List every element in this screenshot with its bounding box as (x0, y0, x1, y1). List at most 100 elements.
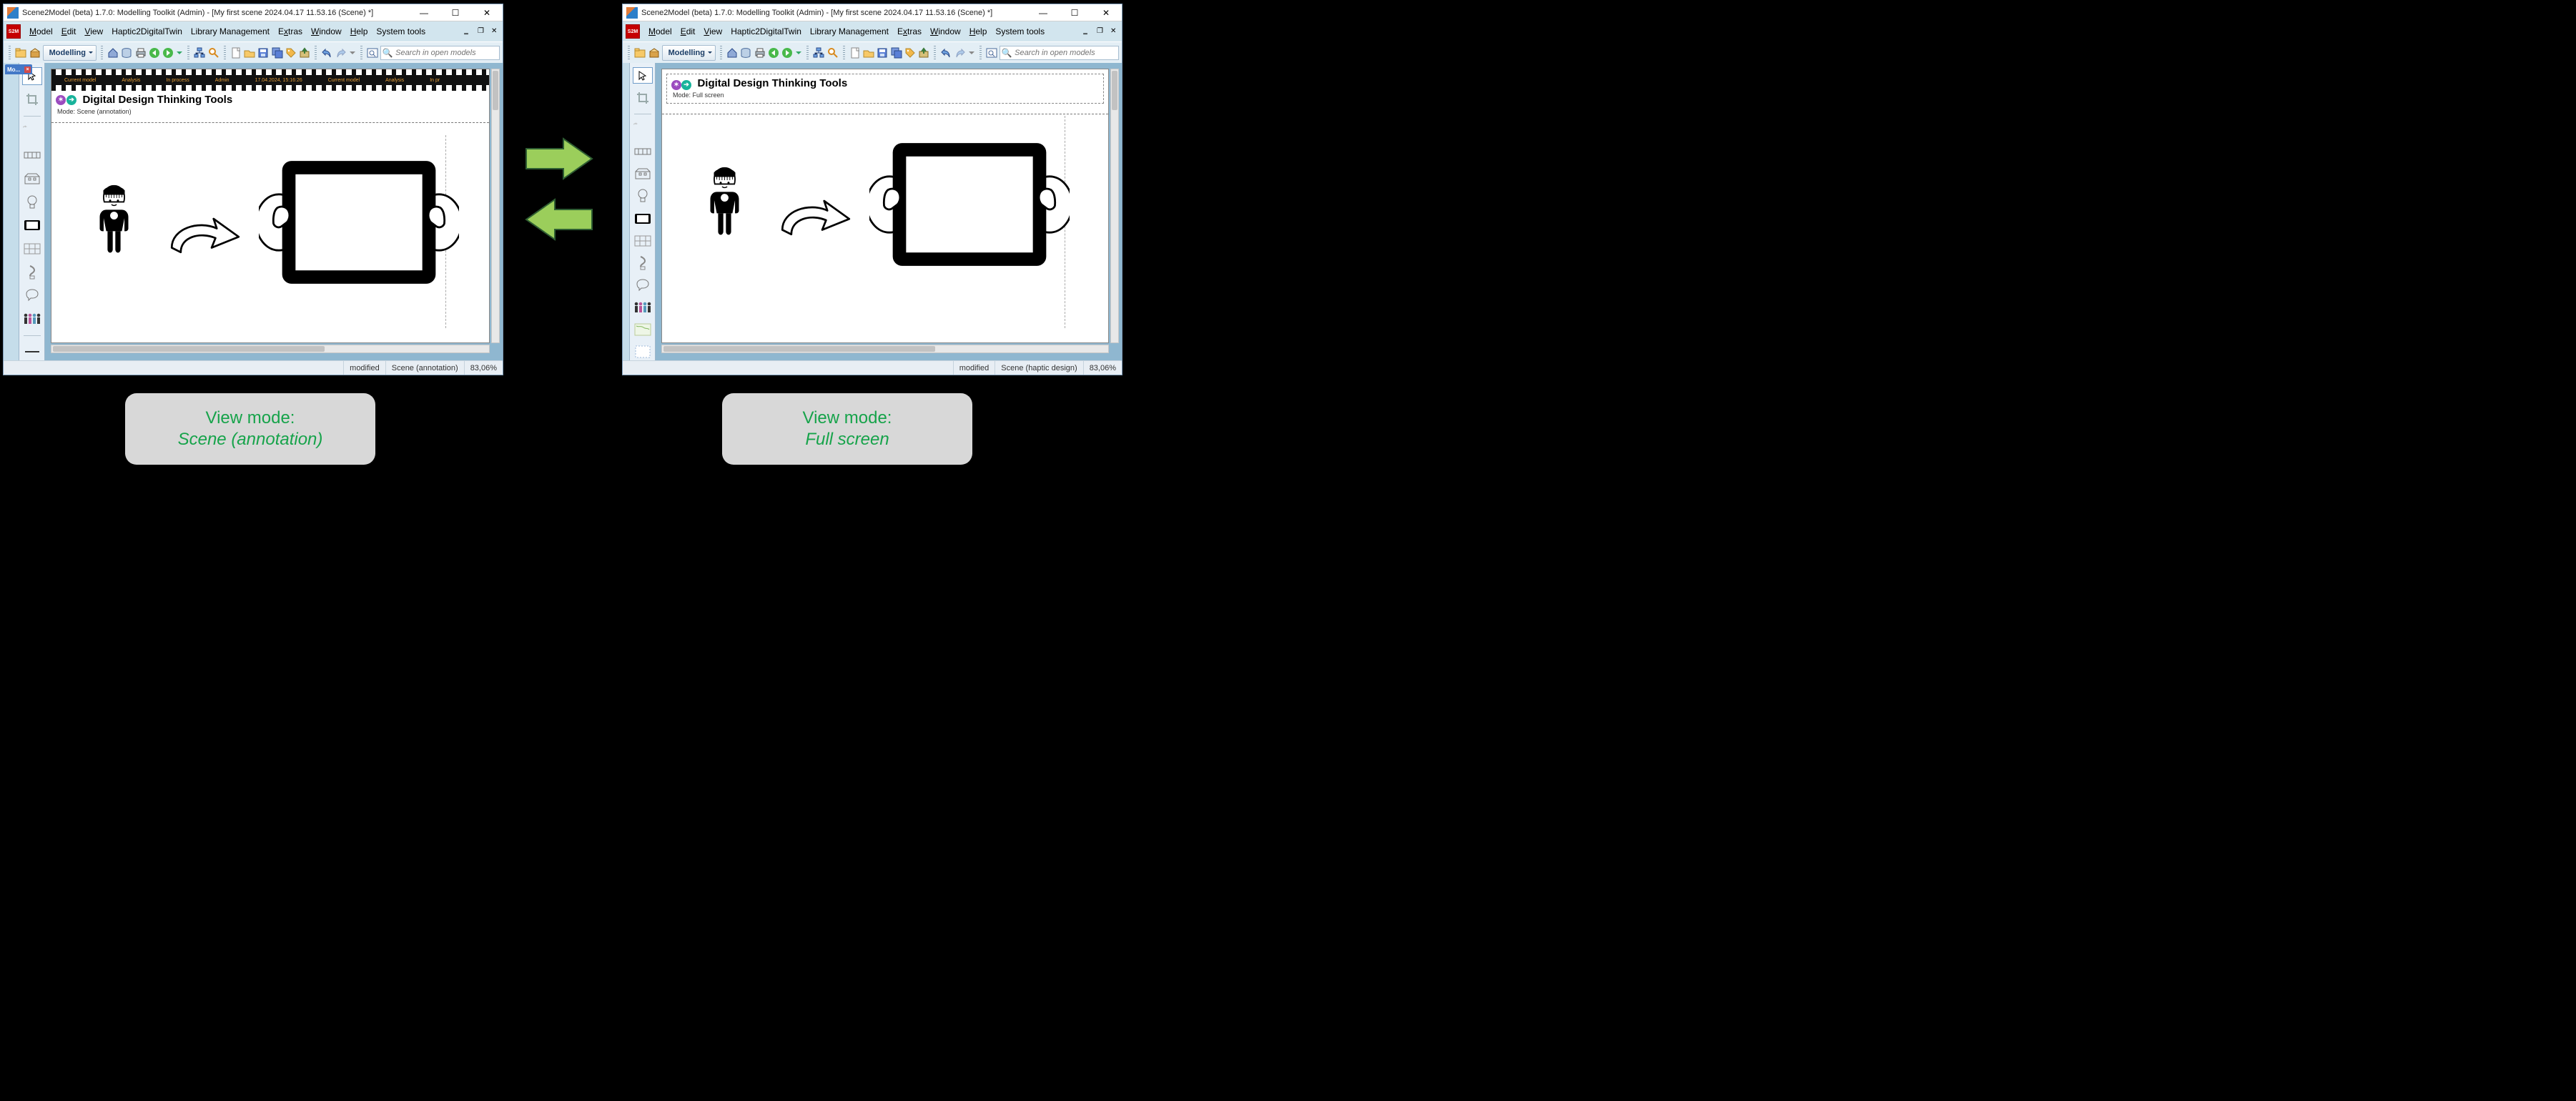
toolbar-grip[interactable] (806, 46, 809, 60)
filter-icon[interactable] (648, 46, 659, 60)
horizontal-scrollbar[interactable] (51, 345, 490, 353)
nav-back-icon[interactable] (149, 46, 160, 60)
vertical-scrollbar[interactable] (1110, 69, 1119, 343)
shelf-icon[interactable] (633, 232, 653, 249)
search-input[interactable] (394, 48, 499, 58)
nav-down-icon[interactable] (795, 46, 802, 60)
save-all-icon[interactable] (272, 46, 283, 60)
thought-bubble-icon[interactable] (633, 277, 653, 293)
menu-edit[interactable]: Edit (676, 24, 700, 39)
menu-view[interactable]: View (699, 24, 726, 39)
toolbar-grip[interactable] (9, 46, 11, 60)
arrow-shape-icon[interactable] (633, 121, 653, 137)
arrow-shape[interactable] (166, 212, 245, 264)
search-db-icon[interactable] (827, 46, 839, 60)
find-icon[interactable] (367, 46, 378, 60)
tablet-icon[interactable] (22, 217, 42, 234)
toolbar-grip[interactable] (934, 46, 936, 60)
search-input[interactable] (1013, 48, 1118, 58)
menu-view[interactable]: View (80, 24, 107, 39)
arrow-shape[interactable] (776, 194, 855, 246)
minimize-button[interactable]: — (1027, 4, 1059, 21)
menu-library[interactable]: Library Management (806, 24, 893, 39)
mdi-close-button[interactable]: ✕ (487, 26, 500, 37)
maximize-button[interactable]: ☐ (440, 4, 471, 21)
toolbar-grip[interactable] (720, 46, 722, 60)
maximize-button[interactable]: ☐ (1059, 4, 1090, 21)
database-icon[interactable] (121, 46, 132, 60)
left-side-panel[interactable]: Mo...× (4, 63, 19, 360)
diagram-icon[interactable] (813, 46, 824, 60)
redo-icon[interactable] (335, 46, 347, 60)
tablet-icon[interactable] (633, 210, 653, 227)
canvas[interactable]: ✶➔ Digital Design Thinking Tools Mode: F… (656, 63, 1122, 360)
mdi-minimize-button[interactable]: ‗ (460, 26, 473, 37)
shelf-icon[interactable] (22, 240, 42, 258)
toolbar-grip[interactable] (843, 46, 845, 60)
save-icon[interactable] (257, 46, 269, 60)
building-icon[interactable] (633, 166, 653, 182)
menu-help[interactable]: Help (346, 24, 372, 39)
person-figure[interactable] (705, 166, 744, 237)
people-icon[interactable] (22, 310, 42, 328)
tag-icon[interactable] (904, 46, 916, 60)
diagram-icon[interactable] (194, 46, 205, 60)
mdi-close-button[interactable]: ✕ (1106, 26, 1119, 37)
close-button[interactable]: ✕ (471, 4, 503, 21)
open-icon[interactable] (863, 46, 874, 60)
menu-haptic[interactable]: Haptic2DigitalTwin (726, 24, 806, 39)
map-icon[interactable] (633, 322, 653, 338)
category-icon[interactable] (634, 46, 646, 60)
menu-window[interactable]: Window (307, 24, 346, 39)
scrollbar-thumb[interactable] (53, 346, 325, 352)
nav-down-icon[interactable] (968, 46, 975, 60)
mdi-minimize-button[interactable]: ‗ (1079, 26, 1092, 37)
close-icon[interactable]: × (24, 66, 31, 73)
menu-extras[interactable]: Extras (893, 24, 926, 39)
vertical-scrollbar[interactable] (491, 69, 500, 343)
menu-edit[interactable]: Edit (57, 24, 81, 39)
menu-haptic[interactable]: Haptic2DigitalTwin (107, 24, 187, 39)
save-all-icon[interactable] (891, 46, 902, 60)
new-icon[interactable] (849, 46, 861, 60)
print-icon[interactable] (754, 46, 766, 60)
line-tool-icon[interactable] (22, 342, 42, 360)
arrow-shape-icon[interactable] (22, 123, 42, 141)
nav-fwd-icon[interactable] (781, 46, 793, 60)
toolbar-grip[interactable] (979, 46, 982, 60)
new-icon[interactable] (230, 46, 242, 60)
drawing-sheet[interactable]: Current modelAnalysisIn processAdmin17.0… (51, 69, 490, 343)
search-box[interactable]: 🔍 (1000, 46, 1119, 60)
find-icon[interactable] (986, 46, 997, 60)
print-icon[interactable] (135, 46, 147, 60)
pointer-tool-icon[interactable] (633, 67, 653, 84)
minimize-button[interactable]: — (408, 4, 440, 21)
toolbar-grip[interactable] (628, 46, 630, 60)
undo-icon[interactable] (321, 46, 332, 60)
export-icon[interactable] (918, 46, 929, 60)
modelling-dropdown[interactable]: Modelling (43, 45, 97, 61)
status-zoom[interactable]: 83,06% (1083, 361, 1122, 375)
home-icon[interactable] (107, 46, 119, 60)
toolbar-grip[interactable] (315, 46, 317, 60)
search-box[interactable]: 🔍 (380, 46, 500, 60)
furniture-icon[interactable] (22, 147, 42, 164)
save-icon[interactable] (877, 46, 888, 60)
menu-system[interactable]: System tools (372, 24, 430, 39)
menu-help[interactable]: Help (965, 24, 992, 39)
mdi-restore-button[interactable]: ❐ (473, 26, 486, 37)
nav-fwd-icon[interactable] (162, 46, 174, 60)
modelling-dropdown[interactable]: Modelling (662, 45, 716, 61)
bulb-icon[interactable] (633, 188, 653, 204)
category-icon[interactable] (15, 46, 26, 60)
database-icon[interactable] (740, 46, 751, 60)
nav-back-icon[interactable] (768, 46, 779, 60)
menu-library[interactable]: Library Management (187, 24, 274, 39)
redo-icon[interactable] (954, 46, 966, 60)
blank-card-icon[interactable] (633, 344, 653, 360)
home-icon[interactable] (726, 46, 738, 60)
building-icon[interactable] (22, 170, 42, 188)
open-icon[interactable] (244, 46, 255, 60)
export-icon[interactable] (299, 46, 310, 60)
cfl-icon[interactable] (22, 263, 42, 281)
